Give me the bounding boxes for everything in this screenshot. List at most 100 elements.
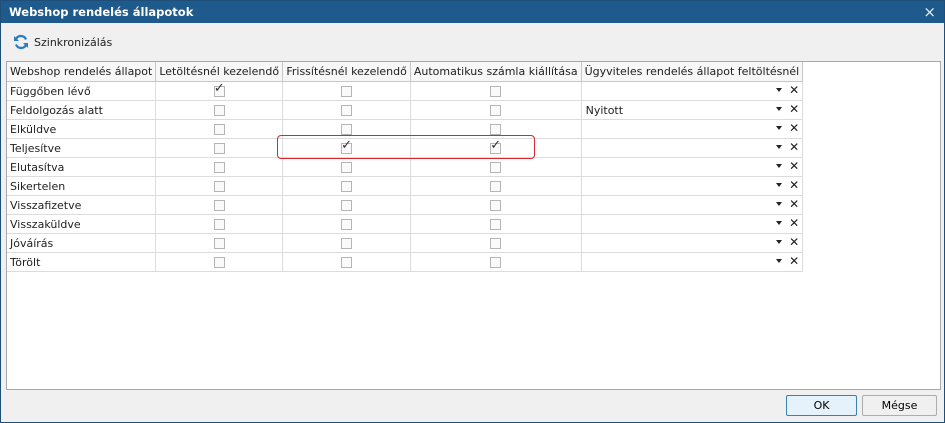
dropdown-arrow-icon[interactable] xyxy=(776,240,783,244)
status-name-cell: Teljesítve xyxy=(7,138,157,158)
cancel-button[interactable]: Mégse xyxy=(862,395,937,416)
dropdown-arrow-icon[interactable] xyxy=(776,221,783,225)
refresh-cell xyxy=(282,100,411,120)
refresh-checkbox[interactable] xyxy=(341,181,353,192)
download-checkbox[interactable] xyxy=(213,162,225,173)
invoice-checkbox[interactable]: ✓ xyxy=(490,139,502,154)
clear-icon[interactable]: ✕ xyxy=(789,159,799,173)
refresh-cell xyxy=(282,195,411,215)
invoice-checkbox[interactable] xyxy=(490,86,502,97)
download-checkbox[interactable] xyxy=(213,124,225,135)
erp-status-cell[interactable]: ✕ xyxy=(581,81,804,101)
download-checkbox[interactable] xyxy=(213,105,225,116)
invoice-checkbox[interactable] xyxy=(490,162,502,173)
download-checkbox[interactable] xyxy=(213,257,225,268)
status-name-cell: Elutasítva xyxy=(7,157,157,177)
col-header-status[interactable]: Webshop rendelés állapot xyxy=(7,62,157,82)
erp-status-cell[interactable]: ✕ xyxy=(581,119,804,139)
refresh-checkbox[interactable] xyxy=(341,124,353,135)
invoice-cell xyxy=(410,81,582,101)
dropdown-arrow-icon[interactable] xyxy=(776,126,783,130)
dropdown-arrow-icon[interactable] xyxy=(776,107,783,111)
refresh-checkbox[interactable] xyxy=(341,162,353,173)
dropdown-arrow-icon[interactable] xyxy=(776,88,783,92)
clear-icon[interactable]: ✕ xyxy=(789,216,799,230)
clear-icon[interactable]: ✕ xyxy=(789,121,799,135)
erp-status-cell[interactable]: ✕ xyxy=(581,233,804,253)
invoice-checkbox[interactable] xyxy=(490,219,502,230)
table-row[interactable]: Elküldve ✕ xyxy=(7,119,804,139)
refresh-checkbox[interactable] xyxy=(341,257,353,268)
erp-status-cell[interactable]: ✕ xyxy=(581,214,804,234)
dropdown-arrow-icon[interactable] xyxy=(776,202,783,206)
status-name-cell: Visszafizetve xyxy=(7,195,157,215)
erp-status-cell[interactable]: Nyitott ✕ xyxy=(581,100,804,120)
clear-icon[interactable]: ✕ xyxy=(789,197,799,211)
clear-icon[interactable]: ✕ xyxy=(789,102,799,116)
download-checkbox[interactable] xyxy=(213,238,225,249)
clear-icon[interactable]: ✕ xyxy=(789,254,799,268)
refresh-checkbox[interactable]: ✓ xyxy=(341,139,353,154)
erp-status-cell[interactable]: ✕ xyxy=(581,176,804,196)
table-row[interactable]: Függőben lévő ✓ ✕ xyxy=(7,81,804,101)
status-name-cell: Sikertelen xyxy=(7,176,157,196)
dropdown-arrow-icon[interactable] xyxy=(776,259,783,263)
table-row[interactable]: Törölt ✕ xyxy=(7,252,804,272)
invoice-checkbox[interactable] xyxy=(490,124,502,135)
table-row[interactable]: Teljesítve ✓ ✓ ✕ xyxy=(7,138,804,158)
download-checkbox[interactable] xyxy=(213,181,225,192)
ok-button[interactable]: OK xyxy=(786,395,857,416)
refresh-checkbox[interactable] xyxy=(341,86,353,97)
erp-status-cell[interactable]: ✕ xyxy=(581,157,804,177)
download-checkbox[interactable] xyxy=(213,219,225,230)
refresh-checkbox[interactable] xyxy=(341,200,353,211)
refresh-cell xyxy=(282,214,411,234)
dropdown-arrow-icon[interactable] xyxy=(776,145,783,149)
col-header-refresh[interactable]: Frissítésnél kezelendő xyxy=(282,62,411,82)
table-row[interactable]: Visszafizetve ✕ xyxy=(7,195,804,215)
refresh-checkbox[interactable] xyxy=(341,238,353,249)
refresh-cell xyxy=(282,157,411,177)
refresh-cell xyxy=(282,252,411,272)
close-icon[interactable]: × xyxy=(923,3,936,21)
invoice-cell xyxy=(410,214,582,234)
clear-icon[interactable]: ✕ xyxy=(789,235,799,249)
invoice-cell: ✓ xyxy=(410,138,582,158)
refresh-checkbox[interactable] xyxy=(341,105,353,116)
refresh-checkbox[interactable] xyxy=(341,219,353,230)
refresh-cell: ✓ xyxy=(282,138,411,158)
status-table: Webshop rendelés állapot Letöltésnél kez… xyxy=(7,62,804,272)
invoice-checkbox[interactable] xyxy=(490,181,502,192)
invoice-checkbox[interactable] xyxy=(490,200,502,211)
col-header-erp-status[interactable]: Ügyviteles rendelés állapot feltöltésnél xyxy=(581,62,804,82)
dropdown-arrow-icon[interactable] xyxy=(776,164,783,168)
col-header-download[interactable]: Letöltésnél kezelendő xyxy=(155,62,284,82)
download-cell xyxy=(155,233,284,253)
col-header-invoice[interactable]: Automatikus számla kiállítása xyxy=(410,62,582,82)
window-title: Webshop rendelés állapotok xyxy=(9,5,194,19)
invoice-checkbox[interactable] xyxy=(490,257,502,268)
erp-status-cell[interactable]: ✕ xyxy=(581,195,804,215)
dialog-window: Webshop rendelés állapotok × Szinkronizá… xyxy=(0,0,945,423)
table-row[interactable]: Elutasítva ✕ xyxy=(7,157,804,177)
clear-icon[interactable]: ✕ xyxy=(789,178,799,192)
header-row: Webshop rendelés állapot Letöltésnél kez… xyxy=(7,62,804,82)
download-checkbox[interactable] xyxy=(213,200,225,211)
title-bar[interactable]: Webshop rendelés állapotok × xyxy=(1,1,944,23)
clear-icon[interactable]: ✕ xyxy=(789,140,799,154)
table-row[interactable]: Visszaküldve ✕ xyxy=(7,214,804,234)
invoice-checkbox[interactable] xyxy=(490,238,502,249)
table-row[interactable]: Sikertelen ✕ xyxy=(7,176,804,196)
toolbar: Szinkronizálás xyxy=(1,23,944,60)
dropdown-arrow-icon[interactable] xyxy=(776,183,783,187)
erp-status-cell[interactable]: ✕ xyxy=(581,138,804,158)
invoice-checkbox[interactable] xyxy=(490,105,502,116)
clear-icon[interactable]: ✕ xyxy=(789,83,799,97)
erp-status-cell[interactable]: ✕ xyxy=(581,252,804,272)
download-checkbox[interactable] xyxy=(213,143,225,154)
table-row[interactable]: Jóváírás ✕ xyxy=(7,233,804,253)
download-cell xyxy=(155,100,284,120)
sync-button[interactable]: Szinkronizálás xyxy=(13,32,112,52)
download-checkbox[interactable]: ✓ xyxy=(213,82,225,97)
table-row[interactable]: Feldolgozás alatt Nyitott ✕ xyxy=(7,100,804,120)
